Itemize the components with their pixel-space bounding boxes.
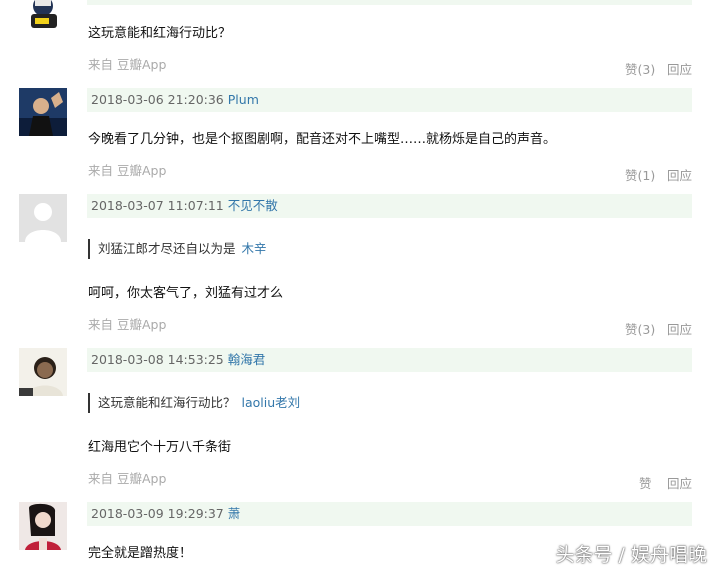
comment-user-link[interactable]: Plum	[228, 92, 259, 107]
quote-text: 这玩意能和红海行动比？	[98, 395, 236, 410]
comment-user-link[interactable]: 不见不散	[228, 198, 278, 213]
like-button[interactable]: 赞(3)	[625, 59, 655, 78]
like-button[interactable]: 赞(3)	[625, 319, 655, 338]
comment-header: 2018-03-06 21:20:36 Plum	[87, 88, 692, 112]
comment-source: 来自 豆瓣App	[88, 471, 167, 486]
avatar[interactable]	[19, 502, 67, 550]
quote-author-link[interactable]: 木辛	[242, 241, 267, 256]
avatar[interactable]	[19, 88, 67, 136]
avatar[interactable]	[19, 348, 67, 396]
comment-date: 2018-03-08 14:53:25	[91, 352, 224, 367]
avatar[interactable]	[19, 194, 67, 242]
comment-header: 2018-03-08 14:53:25 翰海君	[87, 348, 692, 372]
comment-date: 2018-03-09 19:29:37	[91, 506, 224, 521]
quote-author-link[interactable]: laoliu老刘	[242, 395, 301, 410]
reply-button[interactable]: 回应	[667, 165, 692, 184]
quoted-comment: 这玩意能和红海行动比？ laoliu老刘	[88, 393, 300, 413]
reply-button[interactable]: 回应	[667, 473, 692, 492]
comment-text: 红海甩它个十万八千条街	[88, 440, 232, 455]
comment-text: 呵呵，你太客气了，刘猛有过才么	[88, 286, 284, 301]
comment-source: 来自 豆瓣App	[88, 317, 167, 332]
comment-user-link[interactable]: 萧	[228, 506, 241, 521]
comment-header: 2018-03-09 19:29:37 萧	[87, 502, 692, 526]
reply-button[interactable]: 回应	[667, 59, 692, 78]
comment-header-bar	[87, 0, 692, 5]
reply-button[interactable]: 回应	[667, 319, 692, 338]
comment-source: 来自 豆瓣App	[88, 163, 167, 178]
avatar[interactable]	[19, 0, 67, 40]
quoted-comment: 刘猛江郎才尽还自以为是 木辛	[88, 239, 267, 259]
like-button[interactable]: 赞(1)	[625, 165, 655, 184]
comment-text: 今晚看了几分钟，也是个抠图剧啊，配音还对不上嘴型……就杨烁是自己的声音。	[88, 132, 557, 147]
comment-text: 完全就是蹭热度！	[88, 546, 193, 561]
comment-text: 这玩意能和红海行动比？	[88, 26, 232, 41]
comment-source: 来自 豆瓣App	[88, 57, 167, 72]
watermark: 头条号 / 娱舟唱晚	[555, 544, 707, 566]
comment-date: 2018-03-06 21:20:36	[91, 92, 224, 107]
like-button[interactable]: 赞	[639, 473, 652, 492]
comment-date: 2018-03-07 11:07:11	[91, 198, 224, 213]
comment-header: 2018-03-07 11:07:11 不见不散	[87, 194, 692, 218]
comment-user-link[interactable]: 翰海君	[228, 352, 266, 367]
quote-text: 刘猛江郎才尽还自以为是	[98, 241, 236, 256]
